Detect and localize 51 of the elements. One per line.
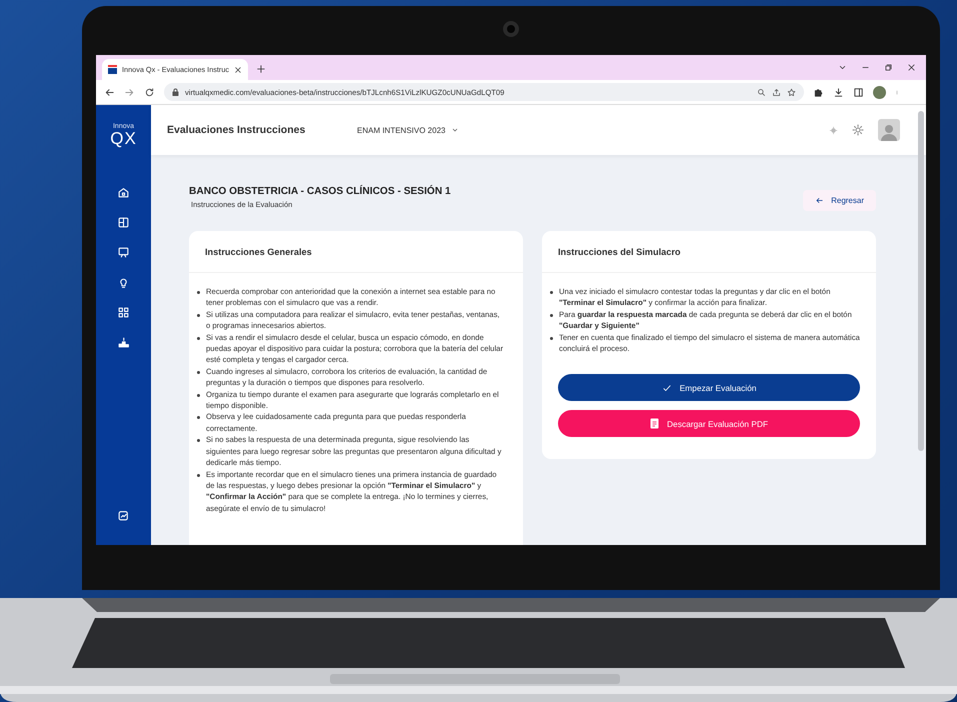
scrollbar[interactable] <box>918 111 924 451</box>
favicon-icon <box>108 65 117 74</box>
chevron-down-icon[interactable] <box>838 63 847 72</box>
bar-chart-icon[interactable] <box>117 336 130 349</box>
check-icon <box>662 382 672 393</box>
card-title: Instrucciones del Simulacro <box>542 231 876 273</box>
logo-mark: QX <box>110 130 137 147</box>
back-arrow-icon[interactable] <box>104 86 115 98</box>
puzzle-icon[interactable] <box>813 86 824 98</box>
download-icon[interactable] <box>833 86 844 98</box>
start-button[interactable]: Empezar Evaluación <box>558 374 860 402</box>
person-silhouette-icon <box>881 123 897 141</box>
course-select[interactable]: ENAM INTENSIVO 2023 <box>357 126 460 134</box>
download-button[interactable]: Descargar Evaluación PDF <box>558 410 860 438</box>
lock-icon <box>172 88 179 96</box>
forward-arrow-icon[interactable] <box>124 86 135 98</box>
sidebar-icon[interactable] <box>853 86 864 98</box>
card-title: Instrucciones Generales <box>189 231 523 273</box>
bullet-icon <box>197 416 200 420</box>
grid-icon[interactable] <box>117 306 130 319</box>
restore-icon[interactable] <box>884 63 893 72</box>
evaluation-title: BANCO OBSTETRICIA - CASOS CLÍNICOS - SESIÓN 1 <box>189 186 451 197</box>
edit-chart-icon[interactable] <box>117 509 130 522</box>
bullet-icon <box>197 394 200 397</box>
close-icon[interactable] <box>907 63 916 72</box>
profile-avatar[interactable] <box>873 86 886 98</box>
layout-icon[interactable] <box>117 216 130 229</box>
sun-icon[interactable] <box>852 124 864 136</box>
back-button[interactable]: Regresar <box>803 190 876 211</box>
plus-icon[interactable] <box>256 64 266 74</box>
monitor-icon[interactable] <box>117 246 130 259</box>
bullet-icon <box>550 291 553 294</box>
close-icon[interactable] <box>234 66 242 74</box>
bullet-icon <box>197 439 200 442</box>
bullet-icon <box>197 370 200 374</box>
home-icon[interactable] <box>117 186 130 199</box>
bullet-icon <box>197 474 200 476</box>
zoom-icon[interactable] <box>757 88 766 96</box>
bullet-icon <box>197 314 200 317</box>
share-icon[interactable] <box>772 88 781 96</box>
chevron-down-icon <box>451 126 460 134</box>
camera-icon <box>502 20 520 38</box>
bullet-icon <box>550 336 553 340</box>
bullet-icon <box>550 314 553 317</box>
bullet-icon <box>197 336 200 340</box>
bullet-icon <box>197 291 200 294</box>
document-icon <box>650 418 659 430</box>
reload-icon[interactable] <box>144 86 155 98</box>
back-arrow-icon <box>815 196 824 205</box>
page-header-title: Evaluaciones Instrucciones <box>167 124 306 136</box>
star-icon[interactable] <box>787 88 796 96</box>
